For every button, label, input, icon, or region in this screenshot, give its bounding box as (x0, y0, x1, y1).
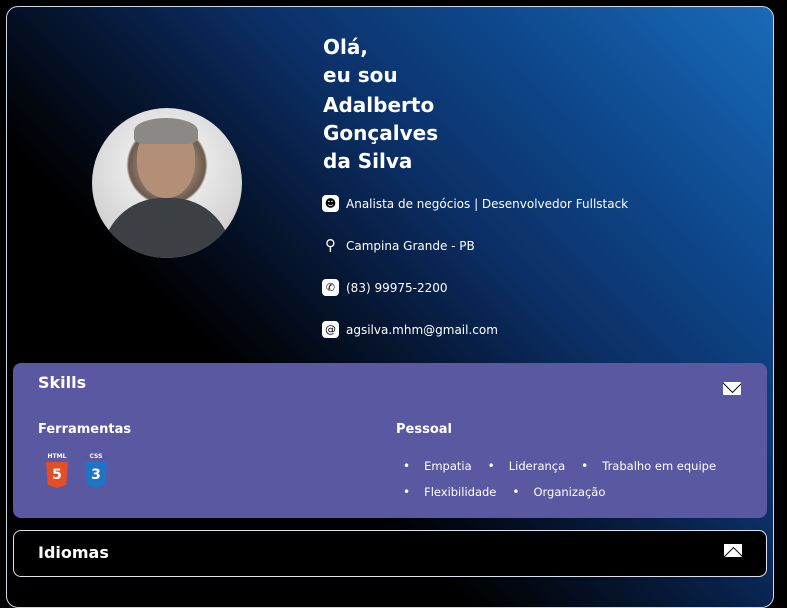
at-icon: @ (322, 321, 339, 338)
skills-title: Skills (38, 373, 87, 392)
role-info: ☻ Analista de negócios | Desenvolvedor F… (322, 195, 628, 212)
greeting: Olá, eu sou (323, 33, 398, 89)
whatsapp-icon: ✆ (322, 279, 339, 296)
phone-info: ✆ (83) 99975-2200 (322, 279, 448, 296)
tools-label: Ferramentas (38, 422, 132, 437)
location-info: ⚲ Campina Grande - PB (322, 237, 475, 254)
greeting-line-1: Olá, (323, 35, 368, 59)
skill-item: Liderança (488, 459, 565, 473)
skill-item: Trabalho em equipe (581, 459, 716, 473)
role-text: Analista de negócios | Desenvolvedor Ful… (346, 196, 629, 211)
email-info: @ agsilva.mhm@gmail.com (322, 321, 498, 338)
name-line-3: da Silva (323, 149, 413, 173)
html5-caption: HTML (47, 453, 67, 460)
css3-number: 3 (85, 462, 107, 488)
languages-title: Idiomas (38, 543, 109, 562)
css3-caption: CSS (89, 453, 103, 460)
avatar (92, 108, 242, 258)
location-text: Campina Grande - PB (346, 238, 475, 253)
expand-toggle-icon[interactable] (724, 544, 742, 557)
skills-panel[interactable]: Skills Ferramentas HTML 5 CSS 3 Pessoal … (13, 363, 767, 518)
email-text: agsilva.mhm@gmail.com (346, 322, 498, 337)
css3-icon: CSS 3 (84, 453, 108, 489)
full-name: Adalberto Gonçalves da Silva (323, 91, 438, 175)
location-pin-icon: ⚲ (325, 236, 336, 254)
personal-skills-row-1: Empatia Liderança Trabalho em equipe (403, 459, 732, 473)
name-line-1: Adalberto (323, 93, 435, 117)
personal-skills-row-2: Flexibilidade Organização (403, 485, 621, 499)
greeting-line-2: eu sou (323, 63, 398, 87)
name-line-2: Gonçalves (323, 121, 439, 145)
skill-item: Empatia (403, 459, 472, 473)
collapse-toggle-icon[interactable] (723, 382, 741, 395)
html5-icon: HTML 5 (45, 453, 69, 489)
skill-item: Organização (512, 485, 605, 499)
languages-panel[interactable]: Idiomas (13, 530, 767, 577)
user-icon: ☻ (322, 195, 339, 212)
html5-number: 5 (46, 462, 68, 488)
phone-text: (83) 99975-2200 (346, 280, 448, 295)
personal-label: Pessoal (396, 422, 452, 437)
skill-item: Flexibilidade (403, 485, 496, 499)
